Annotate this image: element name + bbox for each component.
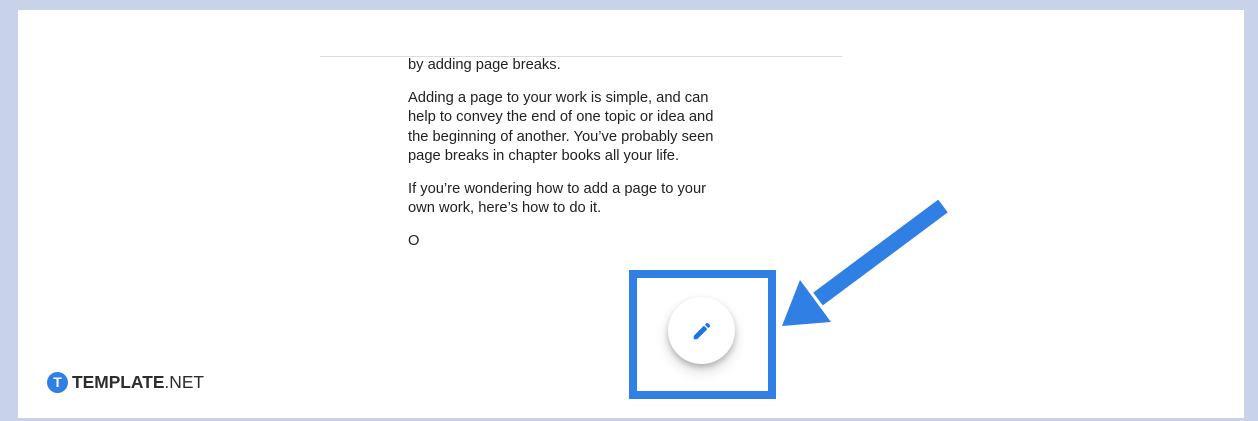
document-paragraph: Adding a page to your work is simple, an… [408,89,713,167]
logo-brand: TEMPLATE [72,371,165,392]
logo-suffix: .NET [164,371,205,392]
screenshot-frame: by adding page breaks. Adding a page to … [0,0,1258,421]
document-paragraph: If you’re wondering how to add a page to… [408,180,713,219]
document-body: by adding page breaks. Adding a page to … [408,56,713,264]
pencil-icon [693,322,710,339]
edit-button[interactable] [668,297,735,364]
template-net-logo: T TEMPLATE .NET [47,371,204,393]
text-line: page breaks in chapter books all your li… [408,148,680,164]
document-paragraph: O [408,232,713,252]
text-line: O [408,232,420,249]
text-line: by adding page breaks. [408,57,561,73]
text-line: If you’re wondering how to add a page to… [408,180,707,197]
text-line: Adding a page to your work is simple, an… [408,89,709,106]
text-line: help to convey the end of one topic or i… [408,109,714,125]
document-paragraph: by adding page breaks. [408,56,713,76]
logo-mark: T [47,371,68,393]
text-line: own work, here’s how to do it. [408,200,602,216]
text-line: the beginning of another. You’ve probabl… [408,128,714,145]
